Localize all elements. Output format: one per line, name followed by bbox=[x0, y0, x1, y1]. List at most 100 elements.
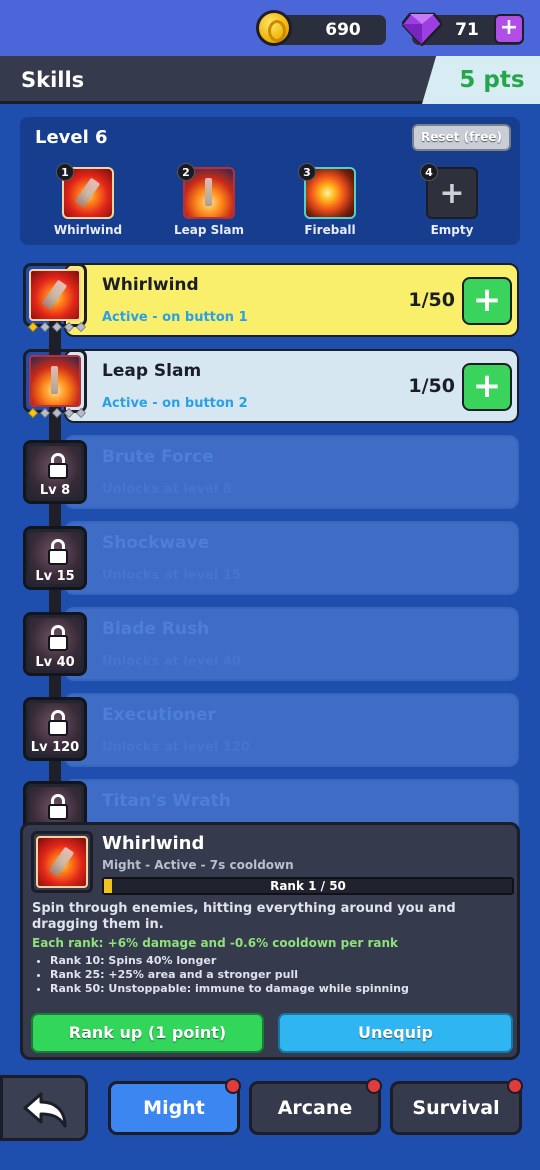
padlock-icon bbox=[48, 710, 68, 736]
skill-points-value: 5 pts bbox=[459, 67, 525, 93]
skill-card-shockwave[interactable]: Shockwave Unlocks at level 15 bbox=[64, 521, 519, 595]
coin-icon bbox=[256, 10, 292, 46]
reset-button[interactable]: Reset (free) bbox=[412, 124, 511, 151]
back-button[interactable] bbox=[0, 1075, 88, 1141]
back-arrow-icon bbox=[23, 1092, 67, 1128]
skill-status: Active - on button 1 bbox=[102, 310, 248, 325]
lock-icon: Lv 15 bbox=[23, 526, 87, 590]
slot-label: Leap Slam bbox=[173, 223, 244, 237]
lock-level: Lv 8 bbox=[39, 483, 71, 498]
slot-number: 2 bbox=[177, 163, 195, 181]
loadout-slot-4[interactable]: 4 Empty bbox=[416, 163, 488, 237]
loadout-slot-3[interactable]: 3 Fireball bbox=[294, 163, 366, 237]
padlock-icon bbox=[48, 539, 68, 565]
rank-pips bbox=[28, 322, 88, 332]
skill-name: Brute Force bbox=[102, 447, 214, 467]
skill-card-whirlwind[interactable]: Whirlwind Active - on button 1 1/50 + bbox=[64, 263, 519, 337]
rank-pip bbox=[64, 322, 74, 332]
lock-icon: Lv 120 bbox=[23, 697, 87, 761]
page-header: Skills 5 pts bbox=[0, 56, 540, 104]
whirlwind-icon[interactable] bbox=[23, 263, 87, 332]
bottom-nav: Might Arcane Survival bbox=[0, 1070, 540, 1170]
padlock-icon bbox=[48, 625, 68, 651]
rank-up-button[interactable]: Rank up (1 point) bbox=[31, 1013, 264, 1053]
slot-number: 1 bbox=[56, 163, 74, 181]
lock-level: Lv 15 bbox=[35, 569, 75, 584]
tab-label: Arcane bbox=[277, 1097, 353, 1119]
skill-status: Unlocks at level 120 bbox=[102, 740, 251, 755]
rank-pip bbox=[64, 408, 74, 418]
currency-bar: 690 71 + bbox=[0, 0, 540, 56]
slot-label: Whirlwind bbox=[53, 223, 123, 237]
rank-pip bbox=[52, 408, 62, 418]
rank-pip bbox=[76, 322, 86, 332]
skill-name: Whirlwind bbox=[102, 275, 199, 295]
skill-status: Unlocks at level 15 bbox=[102, 568, 241, 583]
skill-card-brute-force[interactable]: Brute Force Unlocks at level 8 bbox=[64, 435, 519, 509]
milestone-item: Rank 10: Spins 40% longer bbox=[50, 954, 409, 968]
rank-progress-bar: Rank 1 / 50 bbox=[102, 877, 514, 895]
skill-status: Unlocks at level 40 bbox=[102, 654, 241, 669]
lock-level: Lv 40 bbox=[35, 655, 75, 670]
tab-survival[interactable]: Survival bbox=[390, 1078, 523, 1135]
fireball-icon: 3 bbox=[298, 163, 356, 219]
slot-number: 3 bbox=[298, 163, 316, 181]
whirlwind-icon: 1 bbox=[56, 163, 114, 219]
padlock-icon bbox=[48, 794, 68, 820]
skill-points-badge: 5 pts bbox=[422, 56, 540, 104]
add-gems-button[interactable]: + bbox=[494, 14, 524, 44]
skill-loadout-panel: Level 6 Reset (free) 1 Whirlwind 2 Leap … bbox=[20, 117, 520, 245]
rank-up-plus-button[interactable]: + bbox=[462, 363, 512, 411]
gems-value: 71 bbox=[455, 20, 479, 40]
loadout-slot-2[interactable]: 2 Leap Slam bbox=[173, 163, 245, 237]
per-rank-bonus: Each rank: +6% damage and -0.6% cooldown… bbox=[32, 936, 399, 950]
padlock-icon bbox=[48, 453, 68, 479]
tab-might[interactable]: Might bbox=[108, 1078, 241, 1135]
whirlwind-icon bbox=[31, 831, 93, 893]
notification-dot bbox=[366, 1078, 382, 1094]
skill-name: Titan's Wrath bbox=[102, 791, 231, 811]
lock-icon: Lv 40 bbox=[23, 612, 87, 676]
skill-name: Blade Rush bbox=[102, 619, 210, 639]
skill-status: Active - on button 2 bbox=[102, 396, 248, 411]
slot-number: 4 bbox=[420, 163, 438, 181]
whirlwind-art bbox=[36, 836, 88, 888]
tab-label: Survival bbox=[412, 1097, 500, 1119]
skill-detail-panel: Whirlwind Might - Active - 7s cooldown R… bbox=[20, 822, 520, 1060]
rank-pip bbox=[76, 408, 86, 418]
rank-pip bbox=[40, 408, 50, 418]
whirlwind-art bbox=[29, 269, 81, 321]
skill-name: Shockwave bbox=[102, 533, 210, 553]
skill-description: Spin through enemies, hitting everything… bbox=[32, 901, 456, 932]
rank-pips bbox=[28, 408, 88, 418]
rank-up-plus-button[interactable]: + bbox=[462, 277, 512, 325]
rank-pip bbox=[40, 322, 50, 332]
notification-dot bbox=[225, 1078, 241, 1094]
slot-label: Fireball bbox=[304, 223, 356, 237]
rank-milestones: Rank 10: Spins 40% longer Rank 25: +25% … bbox=[50, 954, 409, 996]
unequip-button[interactable]: Unequip bbox=[278, 1013, 513, 1053]
skill-card-blade-rush[interactable]: Blade Rush Unlocks at level 40 bbox=[64, 607, 519, 681]
skill-rank: 1/50 bbox=[408, 375, 455, 397]
rank-pip bbox=[52, 322, 62, 332]
rank-pip bbox=[28, 322, 38, 332]
loadout-slot-1[interactable]: 1 Whirlwind bbox=[52, 163, 124, 237]
leap-slam-icon[interactable] bbox=[23, 349, 87, 418]
tab-arcane[interactable]: Arcane bbox=[249, 1078, 382, 1135]
skill-card-executioner[interactable]: Executioner Unlocks at level 120 bbox=[64, 693, 519, 767]
leap-slam-art bbox=[29, 355, 81, 407]
plus-icon: 4 bbox=[420, 163, 478, 219]
coins-value: 690 bbox=[325, 20, 361, 40]
detail-skill-name: Whirlwind bbox=[102, 833, 205, 854]
skill-rank: 1/50 bbox=[408, 289, 455, 311]
page-title: Skills bbox=[21, 68, 85, 92]
lock-level: Lv 120 bbox=[30, 740, 80, 755]
lock-icon: Lv 8 bbox=[23, 440, 87, 504]
milestone-item: Rank 25: +25% area and a stronger pull bbox=[50, 968, 409, 982]
skill-card-leap-slam[interactable]: Leap Slam Active - on button 2 1/50 + bbox=[64, 349, 519, 423]
gem-icon bbox=[402, 12, 442, 46]
rank-pip bbox=[28, 408, 38, 418]
leap-slam-icon: 2 bbox=[177, 163, 235, 219]
tab-label: Might bbox=[143, 1097, 205, 1119]
player-level: Level 6 bbox=[35, 127, 108, 148]
